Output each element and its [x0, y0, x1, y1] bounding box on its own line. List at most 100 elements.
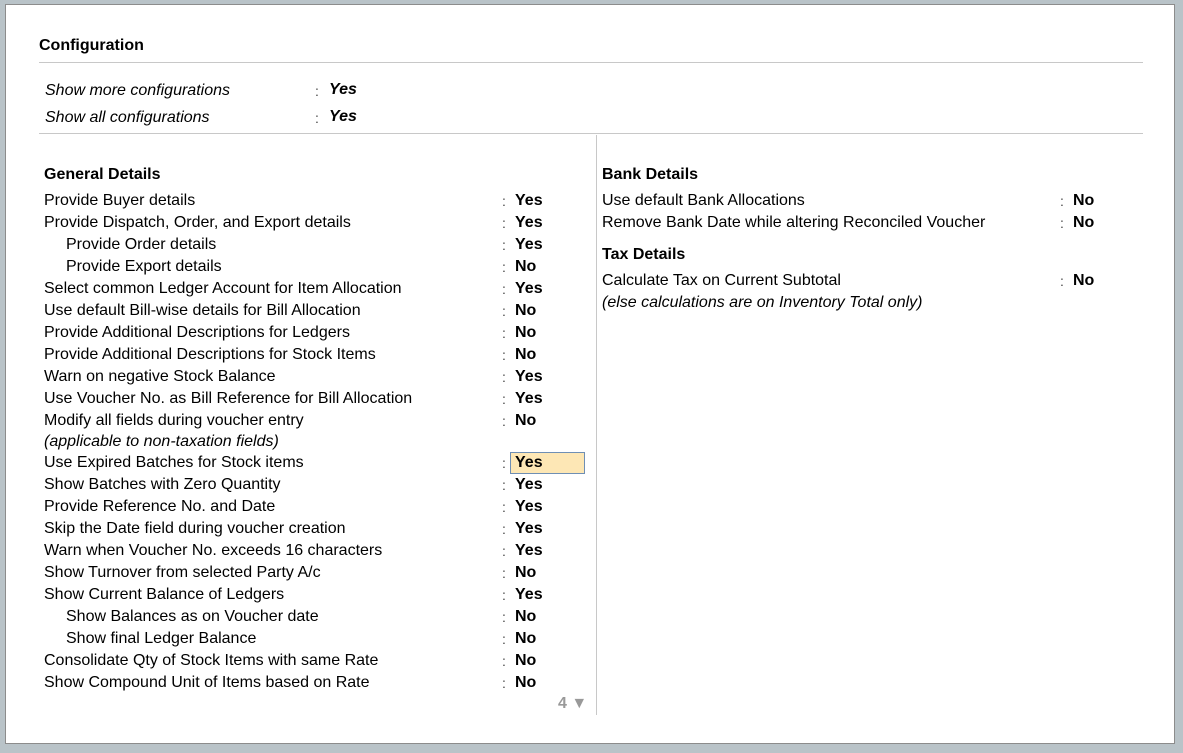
general-details-heading: General Details: [44, 166, 161, 183]
show-all-config-value[interactable]: Yes: [329, 108, 357, 126]
config-value[interactable]: Yes: [510, 452, 585, 474]
config-row-provide-additional-descriptions-for-stock-items[interactable]: Provide Additional Descriptions for Stoc…: [44, 344, 589, 366]
config-value[interactable]: Yes: [515, 278, 543, 300]
config-row-select-common-ledger-account-for-item-allocation[interactable]: Select common Ledger Account for Item Al…: [44, 278, 589, 300]
config-label: Use Voucher No. as Bill Reference for Bi…: [44, 390, 413, 407]
config-label: Modify all fields during voucher entry: [44, 412, 304, 429]
config-row-show-compound-unit-of-items-based-on-rate[interactable]: Show Compound Unit of Items based on Rat…: [44, 672, 589, 694]
config-label: Provide Order details: [66, 236, 217, 253]
show-more-config-value[interactable]: Yes: [329, 81, 357, 99]
config-label: Use default Bill-wise details for Bill A…: [44, 302, 361, 319]
config-value[interactable]: No: [515, 606, 536, 628]
config-value[interactable]: No: [515, 256, 536, 278]
config-row-provide-reference-no-and-date[interactable]: Provide Reference No. and Date: Yes: [44, 496, 589, 518]
config-row-provide-buyer-details[interactable]: Provide Buyer details: Yes: [44, 190, 589, 212]
config-label: Show Turnover from selected Party A/c: [44, 564, 321, 581]
config-value[interactable]: No: [515, 322, 536, 344]
colon: :: [502, 391, 506, 407]
config-value[interactable]: No: [515, 410, 536, 432]
colon: :: [502, 259, 506, 275]
config-value[interactable]: No: [515, 300, 536, 322]
config-label: Provide Export details: [66, 258, 222, 275]
colon: :: [502, 631, 506, 647]
config-value[interactable]: Yes: [515, 584, 543, 606]
config-label: Provide Buyer details: [44, 192, 196, 209]
page-indicator[interactable]: 4 ▼: [558, 695, 587, 713]
config-row-skip-the-date-field-during-voucher-creation[interactable]: Skip the Date field during voucher creat…: [44, 518, 589, 540]
colon: :: [315, 110, 319, 126]
column-divider: [596, 135, 597, 715]
colon: :: [1060, 273, 1064, 289]
config-value[interactable]: No: [1073, 270, 1094, 292]
config-row-use-default-bill-wise-details-for-bill-allocation[interactable]: Use default Bill-wise details for Bill A…: [44, 300, 589, 322]
config-row-show-current-balance-of-ledgers[interactable]: Show Current Balance of Ledgers: Yes: [44, 584, 589, 606]
config-value[interactable]: No: [515, 562, 536, 584]
colon: :: [502, 215, 506, 231]
colon: :: [315, 83, 319, 99]
colon: :: [1060, 193, 1064, 209]
config-label: Provide Reference No. and Date: [44, 498, 276, 515]
config-row-use-voucher-no-as-bill-reference-for-bill-allocation[interactable]: Use Voucher No. as Bill Reference for Bi…: [44, 388, 589, 410]
config-value[interactable]: No: [1073, 212, 1094, 234]
config-value[interactable]: No: [515, 650, 536, 672]
config-label: Show Balances as on Voucher date: [66, 608, 319, 625]
colon: :: [502, 455, 506, 471]
colon: :: [502, 543, 506, 559]
config-label: Warn when Voucher No. exceeds 16 charact…: [44, 542, 383, 559]
config-row-calculate-tax-on-current-subtotal[interactable]: Calculate Tax on Current Subtotal: No: [602, 270, 1142, 292]
config-label: Provide Dispatch, Order, and Export deta…: [44, 214, 351, 231]
tax-calculation-note: (else calculations are on Inventory Tota…: [602, 294, 923, 311]
colon: :: [502, 477, 506, 493]
config-row-warn-when-voucher-no-exceeds-16-characters[interactable]: Warn when Voucher No. exceeds 16 charact…: [44, 540, 589, 562]
config-value[interactable]: Yes: [515, 474, 543, 496]
config-value[interactable]: Yes: [515, 496, 543, 518]
config-value[interactable]: No: [1073, 190, 1094, 212]
config-value[interactable]: Yes: [515, 540, 543, 562]
config-value[interactable]: No: [515, 344, 536, 366]
config-label: Show final Ledger Balance: [66, 630, 257, 647]
config-row-use-default-bank-allocations[interactable]: Use default Bank Allocations: No: [602, 190, 1142, 212]
config-row-remove-bank-date-while-altering-reconciled-voucher[interactable]: Remove Bank Date while altering Reconcil…: [602, 212, 1142, 234]
config-value[interactable]: No: [515, 628, 536, 650]
show-more-config-label: Show more configurations: [45, 82, 230, 99]
config-row-provide-export-details[interactable]: Provide Export details: No: [44, 256, 589, 278]
colon: :: [1060, 215, 1064, 231]
config-value[interactable]: Yes: [515, 234, 543, 256]
show-all-config-label: Show all configurations: [45, 109, 210, 126]
config-label: Select common Ledger Account for Item Al…: [44, 280, 402, 297]
config-row-provide-dispatch-order-and-export-details[interactable]: Provide Dispatch, Order, and Export deta…: [44, 212, 589, 234]
colon: :: [502, 347, 506, 363]
config-value[interactable]: No: [515, 672, 536, 694]
config-row-show-balances-as-on-voucher-date[interactable]: Show Balances as on Voucher date: No: [44, 606, 589, 628]
config-value[interactable]: Yes: [515, 190, 543, 212]
config-label: Consolidate Qty of Stock Items with same…: [44, 652, 379, 669]
config-label: Skip the Date field during voucher creat…: [44, 520, 346, 537]
config-value[interactable]: Yes: [515, 388, 543, 410]
config-label: Provide Additional Descriptions for Stoc…: [44, 346, 376, 363]
config-row-provide-additional-descriptions-for-ledgers[interactable]: Provide Additional Descriptions for Ledg…: [44, 322, 589, 344]
dialog-title: Configuration: [39, 37, 144, 54]
config-value[interactable]: Yes: [515, 518, 543, 540]
config-label: Show Compound Unit of Items based on Rat…: [44, 674, 370, 691]
colon: :: [502, 587, 506, 603]
colon: :: [502, 565, 506, 581]
config-value[interactable]: Yes: [515, 212, 543, 234]
config-label: Use Expired Batches for Stock items: [44, 454, 304, 471]
title-divider: [39, 62, 1143, 63]
config-label: Warn on negative Stock Balance: [44, 368, 276, 385]
config-value[interactable]: Yes: [515, 366, 543, 388]
colon: :: [502, 303, 506, 319]
config-row-warn-on-negative-stock-balance[interactable]: Warn on negative Stock Balance: Yes: [44, 366, 589, 388]
config-row-provide-order-details[interactable]: Provide Order details: Yes: [44, 234, 589, 256]
config-label: Calculate Tax on Current Subtotal: [602, 272, 841, 289]
modify-fields-note: (applicable to non-taxation fields): [44, 433, 279, 450]
colon: :: [502, 193, 506, 209]
config-label: Show Current Balance of Ledgers: [44, 586, 285, 603]
config-row-consolidate-qty-of-stock-items-with-same-rate[interactable]: Consolidate Qty of Stock Items with same…: [44, 650, 589, 672]
config-row-show-batches-with-zero-quantity[interactable]: Show Batches with Zero Quantity: Yes: [44, 474, 589, 496]
config-row-show-final-ledger-balance[interactable]: Show final Ledger Balance: No: [44, 628, 589, 650]
config-row-modify-all-fields-during-voucher-entry[interactable]: Modify all fields during voucher entry: N…: [44, 410, 589, 432]
config-row-show-turnover-from-selected-party-a-c[interactable]: Show Turnover from selected Party A/c: No: [44, 562, 589, 584]
options-divider: [39, 133, 1143, 134]
config-row-use-expired-batches-for-stock-items[interactable]: Use Expired Batches for Stock items: Yes: [44, 452, 589, 474]
